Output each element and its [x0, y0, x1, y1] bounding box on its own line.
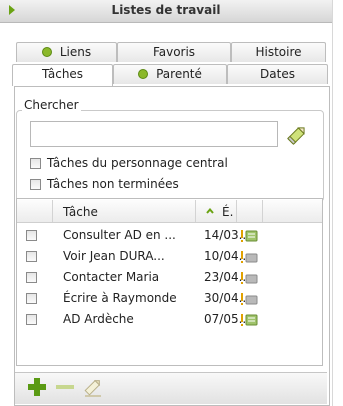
checkbox-label: Tâches non terminées [47, 177, 179, 191]
task-name: Contacter Maria [63, 270, 160, 284]
tab-histoire[interactable]: Histoire [231, 42, 326, 62]
row-checkbox[interactable] [26, 251, 37, 262]
checkbox-label: Tâches du personnage central [47, 156, 228, 170]
tab-parente[interactable]: Parenté [113, 64, 227, 84]
filter-central-person[interactable]: Tâches du personnage central [30, 156, 228, 172]
checkbox[interactable] [30, 179, 41, 190]
priority-icon[interactable] [240, 229, 258, 243]
task-name: Écrire à Raymonde [63, 291, 177, 305]
task-name: Consulter AD en ... [63, 228, 176, 242]
checkbox[interactable] [30, 158, 41, 169]
table-row[interactable]: Contacter Maria 23/04... [17, 268, 322, 289]
priority-icon[interactable] [240, 313, 258, 327]
table-row[interactable]: Écrire à Raymonde 30/04... [17, 289, 322, 310]
tab-label: Dates [260, 67, 295, 81]
task-name: AD Ardèche [63, 312, 134, 326]
panel-title: Listes de travail [111, 3, 221, 17]
table-row[interactable]: Consulter AD en ... 14/03... [17, 226, 322, 247]
tab-label: Histoire [255, 45, 302, 59]
column-divider [262, 200, 263, 222]
column-header-task[interactable]: Tâche [63, 205, 98, 219]
tab-label: Favoris [152, 45, 196, 59]
tab-taches[interactable]: Tâches [12, 64, 113, 86]
tab-favoris[interactable]: Favoris [117, 42, 231, 62]
row-checkbox[interactable] [26, 272, 37, 283]
remove-icon[interactable] [54, 376, 76, 398]
add-icon[interactable] [26, 376, 48, 398]
tab-dates[interactable]: Dates [227, 64, 328, 84]
filter-unfinished[interactable]: Tâches non terminées [30, 177, 179, 193]
status-dot-icon [41, 47, 52, 57]
sort-up-icon[interactable] [206, 208, 214, 214]
row-checkbox[interactable] [26, 230, 37, 241]
tab-label: Tâches [41, 67, 84, 81]
column-divider [52, 200, 53, 222]
pencil-icon[interactable] [286, 124, 308, 146]
row-checkbox[interactable] [26, 293, 37, 304]
priority-icon[interactable] [240, 292, 258, 306]
column-header-status[interactable]: É. [222, 205, 233, 219]
tab-label: Parenté [156, 67, 202, 81]
column-divider [195, 200, 196, 222]
search-input[interactable] [30, 121, 278, 147]
priority-icon[interactable] [240, 271, 258, 285]
status-dot-icon [138, 69, 149, 79]
row-checkbox[interactable] [26, 314, 37, 325]
tab-label: Liens [59, 45, 92, 59]
search-legend: Chercher [22, 98, 81, 112]
panel-titlebar: Listes de travail [0, 0, 332, 23]
work-lists-panel: Listes de travail Liens Favoris Histoire… [0, 0, 333, 406]
priority-icon[interactable] [240, 250, 258, 264]
edit-icon[interactable] [82, 376, 104, 398]
table-row[interactable]: Voir Jean DURA... 10/04... [17, 247, 322, 268]
column-divider [236, 200, 237, 222]
table-row[interactable]: AD Ardèche 07/05... [17, 310, 322, 331]
tab-liens[interactable]: Liens [16, 42, 117, 62]
task-name: Voir Jean DURA... [63, 249, 165, 263]
